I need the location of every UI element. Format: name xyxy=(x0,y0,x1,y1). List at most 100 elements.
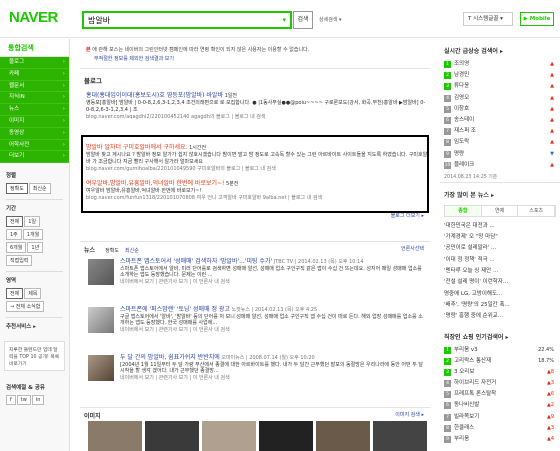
naver-logo[interactable]: NAVER xyxy=(9,9,58,26)
share-in-button[interactable]: in xyxy=(31,395,45,406)
share-twitter-button[interactable]: tw xyxy=(16,395,31,406)
nav-item-dict[interactable]: 어학사전 xyxy=(0,140,69,152)
tab-sports[interactable]: 스포츠 xyxy=(518,205,556,216)
news-item-title[interactable]: 두 달 간의 밤알바, 쉼표가쉬지 반반치에 xyxy=(120,354,220,361)
news-sort-recent[interactable]: 최신순 xyxy=(125,248,139,254)
image-header: 이미지 이미지 검색 ▸ xyxy=(80,407,430,420)
area-custom-button[interactable]: → 전체 소식함 xyxy=(6,301,45,313)
popular-tabs: 종합 연예 스포츠 xyxy=(444,204,556,217)
list-item[interactable]: 4 김영오 ▲ xyxy=(444,93,556,104)
list-item[interactable]: 9 명량 ▼ xyxy=(444,149,556,160)
image-section-title: 이미지 xyxy=(84,413,101,420)
image-thumbnail[interactable] xyxy=(88,421,142,451)
nav-all[interactable]: 통합검색 xyxy=(0,39,69,57)
list-item[interactable]: 5 이창호 ▲ xyxy=(444,104,556,115)
search-query[interactable]: 밤알바 xyxy=(88,15,110,26)
blog-item-source[interactable]: agagdh의 블로그 | 블로그 내 검색 xyxy=(191,114,265,120)
list-item[interactable]: 2 남경민 ▲ xyxy=(444,70,556,81)
notice-link[interactable]: 부적절한 정보를 제외한 검색결과 보기 xyxy=(94,55,430,62)
news-item-links[interactable]: 네이버에서 보기 | 관련기사 보기 | 이 언론사 내 검색 xyxy=(120,327,426,334)
nav-item-web[interactable]: 웹문서 xyxy=(0,81,69,93)
list-item[interactable]: '배추', '명량'의 25일간 폭... xyxy=(444,300,556,311)
news-item-title[interactable]: 스마트폰 앱스토어서 '성매매' 검색하자 '밤알바'...'미팅 수가' xyxy=(120,258,272,265)
news-thumbnail[interactable] xyxy=(88,307,114,333)
news-item-desc: 스마트폰 앱스토어에서 알바, 미러 단어를로 검색하면 성매매 알선, 성매매… xyxy=(120,265,422,279)
list-item[interactable]: 6 동나비신발 ▲2 xyxy=(444,400,556,411)
news-thumbnail[interactable] xyxy=(88,355,114,381)
nav-item-more[interactable]: 더보기 xyxy=(0,151,69,164)
period-custom-button[interactable]: 직접입력 xyxy=(6,255,33,267)
list-item[interactable]: '가계경제' 오 "망 마담" xyxy=(444,232,556,243)
realtime-title[interactable]: 실시간 급상승 검색어 ▸ xyxy=(440,39,560,59)
sort-accuracy-button[interactable]: 정확도 xyxy=(6,183,28,195)
news-header: 뉴스 정확도 최신순 언론사선택 xyxy=(80,241,430,254)
shopping-title[interactable]: 직장인 쇼핑 인기검색어 ▸ xyxy=(440,325,560,345)
notice-mark: 본 xyxy=(86,47,91,53)
list-item[interactable]: 2 고리락스 통산재 18.7% xyxy=(444,356,556,367)
nav-item-cafe[interactable]: 카페 xyxy=(0,69,69,81)
list-item[interactable]: '명량' 흥행 중에 순위교... xyxy=(444,311,556,322)
image-thumbnail[interactable] xyxy=(259,421,313,451)
list-item[interactable]: 8 한클래스 ▲3 xyxy=(444,423,556,434)
list-item[interactable]: '공민이로 설레말라' ... xyxy=(444,243,556,254)
news-item-title[interactable]: 스마트폰에 '퍼스맘랜' '토닝' 성매매 정 광고 xyxy=(120,306,230,313)
image-thumbnail[interactable] xyxy=(316,421,370,451)
list-item[interactable]: 10 블레이크 ▲ xyxy=(444,160,556,171)
list-item[interactable]: 7 재스퍼 조 ▲ xyxy=(444,126,556,137)
news-item-links[interactable]: 네이버에서 보기 | 관련기사 보기 | 이 언론사 내 검색 xyxy=(120,375,426,382)
left-ad-banner[interactable]: 지루한 들텐드만 업데 달력을 TOP 10 공개! 목록 바로가기 xyxy=(4,341,65,372)
blog-section-title: 블로그 xyxy=(84,77,102,85)
blog-item-title[interactable]: 홍대(홍대입이이대(홍보도시)호 영등포(밤알바) 바알바 xyxy=(86,92,223,99)
period-1d-button[interactable]: 1일 xyxy=(24,216,40,228)
list-item[interactable]: '이대 정 정책' 적극 ... xyxy=(444,255,556,266)
period-all-button[interactable]: 전체 xyxy=(6,216,24,228)
press-select-link[interactable]: 언론사선택 xyxy=(401,245,424,252)
nav-item-blog[interactable]: 블로그 xyxy=(0,57,69,69)
recommend-label[interactable]: 추천서비스 ▸ xyxy=(6,322,63,330)
list-item[interactable]: 명중에 LG, 고방이해도... xyxy=(444,289,556,300)
list-item[interactable]: 7 빌라쪽보기 ▲9 xyxy=(444,412,556,423)
news-sort-accuracy[interactable]: 정확도 xyxy=(105,248,119,254)
news-item-links[interactable]: 네이버에서 보기 | 관련기사 보기 | 이 언론사 내 검색 xyxy=(120,279,426,286)
list-item[interactable]: 33 오리보 ▲8 xyxy=(444,367,556,378)
popular-news-title[interactable]: 가장 많이 본 뉴스 ▸ xyxy=(440,183,560,203)
image-more-link[interactable]: 이미지 검색 ▸ xyxy=(395,411,424,418)
list-item[interactable]: 3 류다윤 ▲ xyxy=(444,81,556,92)
list-item[interactable]: 4 하이브리드 자전거 ▲3 xyxy=(444,378,556,389)
period-1y-button[interactable]: 1년 xyxy=(27,242,44,254)
system-font-select[interactable]: T 시스템글꼴 ▾ xyxy=(463,12,513,26)
period-1m-button[interactable]: 1개월 xyxy=(22,229,44,241)
area-all-button[interactable]: 전체 xyxy=(6,288,24,300)
nav-item-image[interactable]: 이미지 xyxy=(0,116,69,128)
period-6m-button[interactable]: 6개월 xyxy=(6,242,27,254)
list-item[interactable]: 1 부리움 v3 22.4% xyxy=(444,345,556,356)
sort-recent-button[interactable]: 최신순 xyxy=(28,183,51,195)
chevron-down-icon[interactable]: ▾ xyxy=(282,16,286,24)
list-item[interactable]: 9 부리움 ▲4 xyxy=(444,434,556,445)
share-facebook-button[interactable]: f xyxy=(6,395,16,406)
nav-item-kin[interactable]: 지식iN xyxy=(0,92,69,105)
blog-more-link[interactable]: 블로그 더보기 ▸ xyxy=(80,212,430,219)
search-button[interactable]: 검색 xyxy=(293,11,313,29)
mobile-button[interactable]: ▶ Mobile xyxy=(520,12,554,26)
nav-item-news[interactable]: 뉴스 xyxy=(0,104,69,116)
list-item[interactable]: 1 조의영 ▲ xyxy=(444,59,556,70)
advanced-search-link[interactable]: 상세검색 ▾ xyxy=(319,16,342,23)
list-item[interactable]: 8 임도락 ▲ xyxy=(444,137,556,148)
image-thumbnail[interactable] xyxy=(373,421,427,451)
image-thumbnail[interactable] xyxy=(202,421,256,451)
image-thumbnail[interactable] xyxy=(145,421,199,451)
area-title-button[interactable]: 제목 xyxy=(24,288,42,300)
period-1w-button[interactable]: 1주 xyxy=(6,229,22,241)
list-item[interactable]: 5 프레프톡 론스탈착 ▲6 xyxy=(444,389,556,400)
tab-general[interactable]: 종합 xyxy=(445,205,482,216)
tab-entertainment[interactable]: 연예 xyxy=(482,205,519,216)
news-thumbnail[interactable] xyxy=(88,259,114,285)
search-input[interactable]: 밤알바 ▾ xyxy=(82,11,292,29)
blog-item-url[interactable]: blog.naver.com/aqagdhl2/220100452140 xyxy=(86,114,189,120)
nav-item-video[interactable]: 동영상 xyxy=(0,128,69,140)
list-item[interactable]: '전설 설레 명이' 이런학자... xyxy=(444,277,556,288)
list-item[interactable]: '멘타루 오늘 싱 제안 ... xyxy=(444,266,556,277)
list-item[interactable]: '대한민국은 대전과 ... xyxy=(444,221,556,232)
list-item[interactable]: 6 송스테이 ▲ xyxy=(444,115,556,126)
